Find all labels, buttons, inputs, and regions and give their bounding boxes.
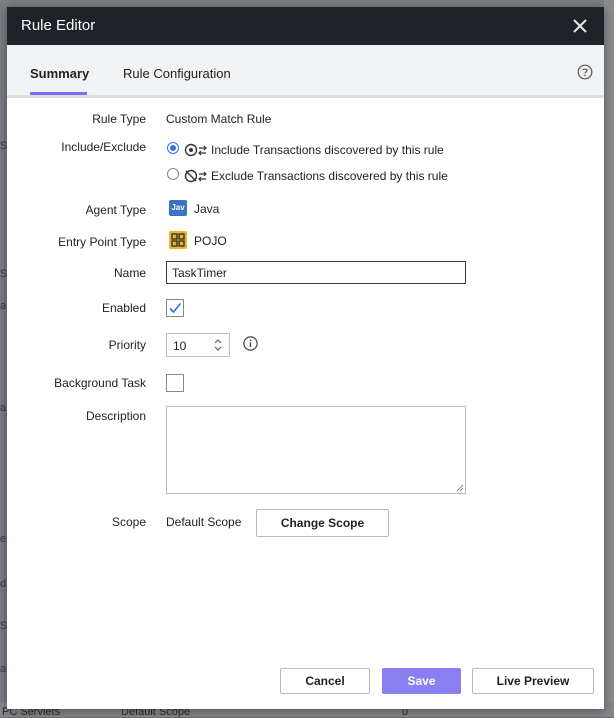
info-icon[interactable] [243,336,258,351]
tab-bar: Summary Rule Configuration [7,45,604,98]
description-textarea[interactable] [166,406,466,494]
background-task-checkbox[interactable] [166,374,184,392]
include-exclude-label: Include/Exclude [61,140,146,154]
dialog-titlebar: Rule Editor [7,7,604,45]
include-transactions-icon [184,143,207,157]
background-left-text: a [0,300,7,312]
background-left-text: a [0,663,7,675]
java-agent-icon: Jav [169,200,187,216]
name-input[interactable] [166,261,466,284]
live-preview-button[interactable]: Live Preview [472,668,594,694]
rule-type-label: Rule Type [92,112,146,126]
enabled-checkbox[interactable] [166,299,184,317]
include-option-label: Include Transactions discovered by this … [211,143,444,157]
priority-value: 10 [173,339,187,353]
exclude-option-label: Exclude Transactions discovered by this … [211,169,448,183]
entry-point-type-label: Entry Point Type [58,235,146,249]
agent-type-value: Java [194,202,220,216]
exclude-radio[interactable] [167,168,179,180]
close-icon[interactable] [570,16,590,36]
rule-editor-dialog: Rule Editor Summary Rule Configuration R… [7,7,604,709]
cancel-button[interactable]: Cancel [280,668,370,694]
background-task-label: Background Task [54,376,146,390]
rule-type-value: Custom Match Rule [166,112,272,126]
include-radio[interactable] [167,142,179,154]
stepper-arrows-icon[interactable] [213,338,223,352]
dialog-title: Rule Editor [21,17,96,34]
background-left-text: a [0,402,7,414]
entry-point-type-value: POJO [194,234,227,248]
enabled-label: Enabled [101,301,146,315]
pojo-icon [169,231,187,249]
description-label: Description [85,409,146,423]
priority-stepper[interactable]: 10 [166,333,230,357]
resize-grip-icon[interactable] [456,484,464,492]
scope-value: Default Scope [166,515,242,529]
exclude-transactions-icon [184,169,207,183]
background-right-strip [604,0,614,717]
name-label: Name [113,266,146,280]
tab-summary[interactable]: Summary [30,66,89,81]
tab-rule-configuration[interactable]: Rule Configuration [123,66,231,81]
checkmark-icon [169,302,182,314]
save-button[interactable]: Save [382,668,461,694]
scope-label: Scope [111,515,146,529]
change-scope-button[interactable]: Change Scope [256,509,389,537]
priority-label: Priority [108,338,146,352]
help-icon[interactable] [577,64,593,80]
agent-type-label: Agent Type [85,203,147,217]
active-tab-indicator [30,92,87,95]
